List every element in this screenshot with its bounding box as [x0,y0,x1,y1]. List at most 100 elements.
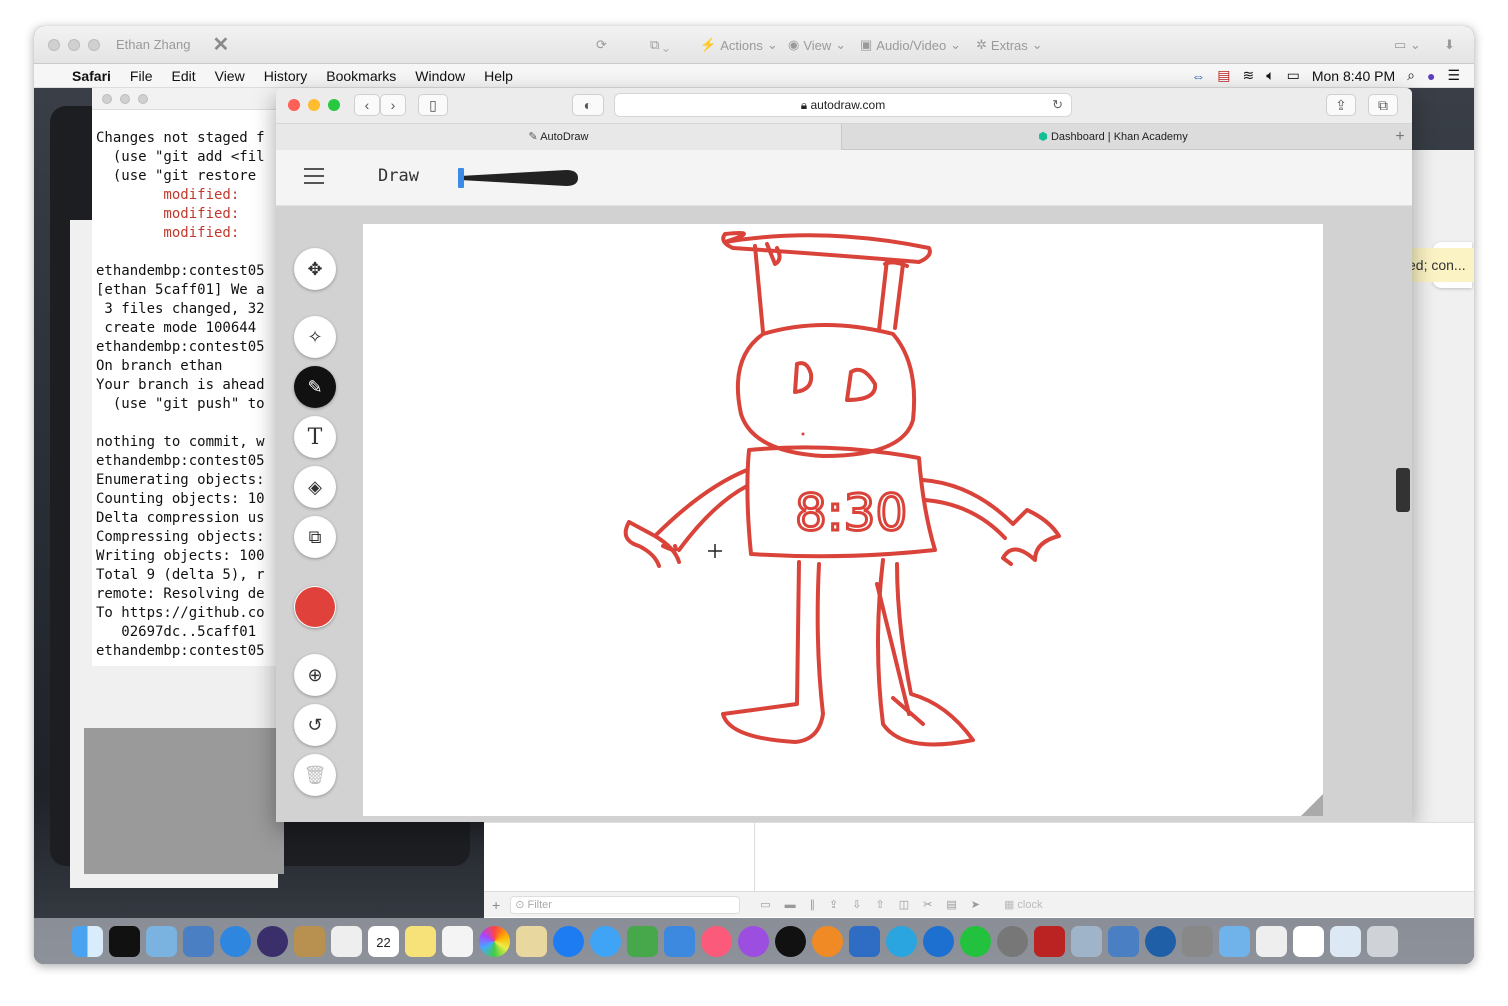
blank-document-icon[interactable] [1293,925,1324,957]
terminal-close-button[interactable] [102,93,112,104]
zoom-traffic-light[interactable] [88,38,100,51]
menu-bookmarks[interactable]: Bookmarks [326,68,396,84]
notes-icon[interactable] [405,925,436,957]
audio-video-menu[interactable]: ▣ Audio/Video ⌄ [860,37,961,53]
menu-view[interactable]: View [215,68,245,84]
tab-autodraw[interactable]: ✎ AutoDraw [276,124,842,150]
wifi-icon[interactable]: ≋ [1242,67,1254,84]
hamburger-menu-icon[interactable] [304,168,324,184]
minimize-traffic-light[interactable] [68,38,80,51]
menu-file[interactable]: File [130,68,153,84]
privacy-shield-icon[interactable]: ◐ [572,94,604,116]
teamviewer-icon[interactable]: ⇔ [1191,68,1205,84]
document-icon[interactable] [1256,925,1287,957]
share-icon[interactable]: ⇪ [1326,94,1356,116]
download-icon[interactable]: ⬇ [1444,37,1455,53]
quicktime-icon[interactable] [1145,925,1176,957]
vertical-scrollbar-thumb[interactable] [1396,468,1410,512]
preview-icon[interactable] [146,925,177,957]
siri-icon[interactable]: ● [1427,68,1435,84]
tab-overview-icon[interactable]: ⧉ [1368,94,1398,116]
system-preferences-icon[interactable] [997,925,1028,957]
grapher-icon[interactable] [1182,925,1213,957]
draw-tool-button[interactable]: ✎ [294,366,336,408]
forward-button[interactable]: › [380,94,406,116]
keynote-icon[interactable] [664,925,695,957]
calendar-icon[interactable]: 22 [368,925,399,957]
reminders-icon[interactable] [442,925,473,957]
volume-icon[interactable]: 🔈︎ [1266,67,1274,84]
image-capture-icon[interactable] [1071,925,1102,957]
numbers-icon[interactable] [627,925,658,957]
xcode-instruments-icon[interactable] [1108,925,1139,957]
new-tab-button[interactable]: + [1388,124,1412,150]
safari-minimize-button[interactable] [308,99,320,111]
siri-dock-icon[interactable] [257,925,288,957]
screenshot-stack-icon[interactable] [1330,925,1361,957]
podcasts-icon[interactable] [738,925,769,957]
terminal-window[interactable]: Changes not staged f (use "git add <fil … [92,88,282,666]
wechat-icon[interactable] [960,925,991,957]
zoom-tool-button[interactable]: ⊕ [294,654,336,696]
notification-center-icon[interactable]: ☰ [1447,67,1460,84]
brush-size-slider[interactable] [456,168,578,188]
vscode-icon[interactable] [849,925,880,957]
safari-zoom-button[interactable] [328,99,340,111]
window-mode-icon[interactable]: ▭ ⌄ [1394,37,1421,53]
sidebar-toggle-icon[interactable]: ▯ [418,94,448,116]
contacts-icon[interactable] [294,925,325,957]
telegram-icon[interactable] [886,925,917,957]
menu-edit[interactable]: Edit [171,68,195,84]
shape-tool-button[interactable]: ⧉ [294,516,336,558]
filter-field[interactable]: ⊙ Filter [510,895,741,914]
safari-close-button[interactable] [288,99,300,111]
apple-tv-icon[interactable] [775,925,806,957]
teamviewer-dock-icon[interactable] [923,925,954,957]
extras-menu[interactable]: ✲ Extras ⌄ [976,37,1043,53]
spotlight-icon[interactable]: ⌕ [1407,67,1415,84]
refresh-icon[interactable]: ⟳ [596,37,607,53]
move-tool-button[interactable]: ✥ [294,248,336,290]
books-icon[interactable] [812,925,843,957]
back-button[interactable]: ‹ [354,94,380,116]
close-session-icon[interactable]: ✕ [212,32,229,57]
clock-field[interactable]: ▦ clock [1004,898,1043,911]
view-menu[interactable]: ◉ View ⌄ [788,37,846,53]
menu-window[interactable]: Window [415,68,465,84]
app-store-icon[interactable] [553,925,584,957]
terminal-zoom-button[interactable] [138,93,148,104]
bottom-toolbar-icons[interactable]: ▭▬∥⇪⇩⇧◫✂▤➤ [760,898,994,911]
fill-tool-button[interactable]: ◈ [294,466,336,508]
terminal-output[interactable]: Changes not staged f (use "git add <fil … [92,129,281,661]
undo-button[interactable]: ↺ [294,704,336,746]
menubar-clock[interactable]: Mon 8:40 PM [1312,68,1395,84]
messages-icon[interactable] [590,925,621,957]
textedit-icon[interactable] [331,925,362,957]
delete-button[interactable]: 🗑︎ [294,754,336,796]
close-traffic-light[interactable] [48,38,60,51]
color-picker-button[interactable] [294,586,336,628]
reload-icon[interactable]: ↻ [1052,94,1063,116]
trash-icon[interactable] [1367,925,1398,957]
safari-icon[interactable] [220,925,251,957]
downloads-folder-icon[interactable] [1219,925,1250,957]
xcode-icon[interactable] [183,925,214,957]
drawing-canvas[interactable]: 8:30 [363,224,1323,816]
tab-khan-academy[interactable]: ⬢ Dashboard | Khan Academy [843,124,1383,150]
pages-icon[interactable] [516,925,547,957]
text-tool-button[interactable]: T [294,416,336,458]
autodraw-tool-button[interactable]: ✧ [294,316,336,358]
terminal-icon[interactable] [109,925,140,957]
clipboard-icon[interactable]: ⧉ ⌄ [650,37,669,53]
menu-help[interactable]: Help [484,68,513,84]
menu-history[interactable]: History [264,68,308,84]
add-icon[interactable]: + [492,897,500,913]
battery-icon[interactable]: ▭ [1287,67,1300,84]
flag-input-icon[interactable]: ▤ [1217,67,1230,84]
menu-app-safari[interactable]: Safari [72,68,111,84]
dictionary-icon[interactable] [1034,925,1065,957]
address-bar[interactable]: 🔒︎ autodraw.com ↻ [614,93,1072,117]
finder-icon[interactable] [72,925,103,957]
music-icon[interactable] [701,925,732,957]
actions-menu[interactable]: ⚡ Actions ⌄ [700,37,778,53]
